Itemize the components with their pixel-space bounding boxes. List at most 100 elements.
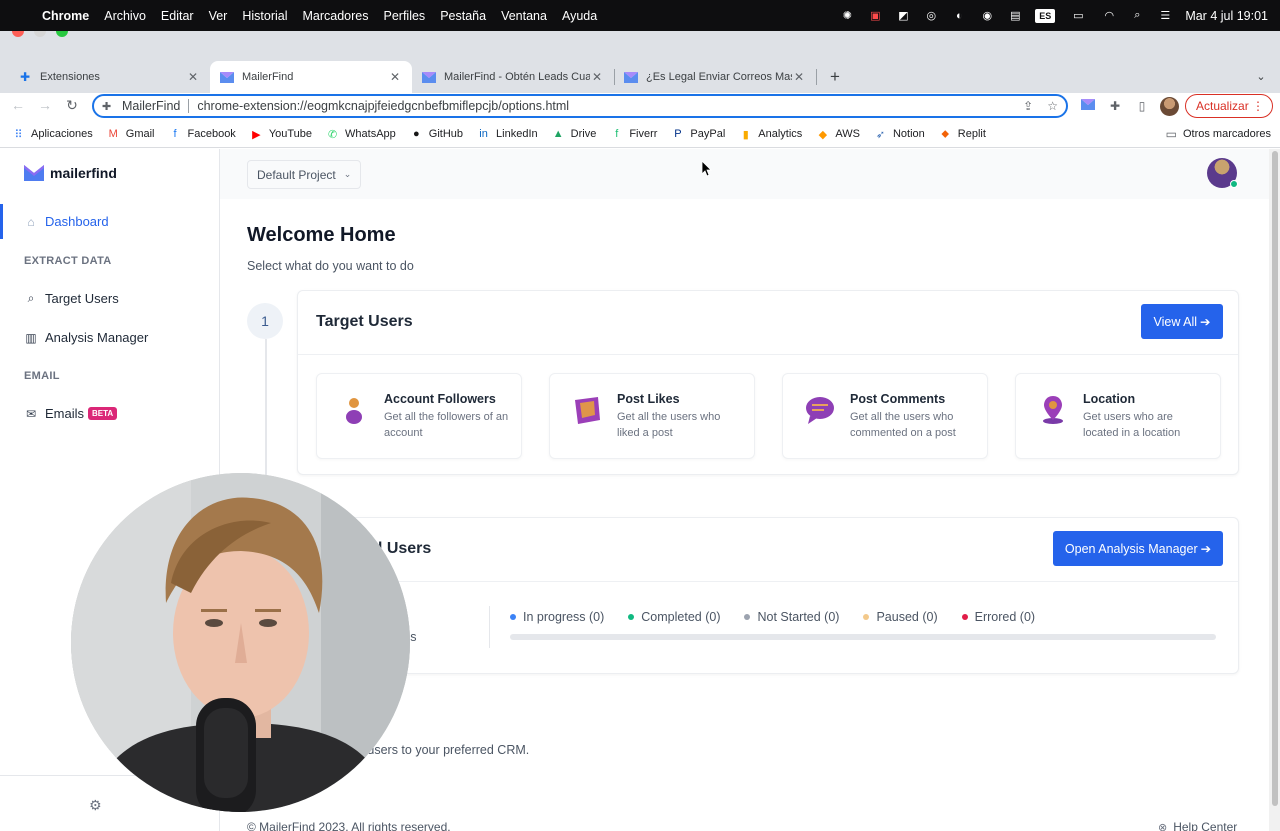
menubar-clock[interactable]: Mar 4 jul 19:01 xyxy=(1185,9,1268,23)
bookmark-label: Facebook xyxy=(187,128,236,140)
minimize-window-button[interactable] xyxy=(34,31,46,37)
bookmark-label: GitHub xyxy=(428,128,464,140)
tab-extensions[interactable]: ✚ Extensiones ✕ xyxy=(0,61,210,93)
more-options-icon[interactable]: ⋮ xyxy=(1252,99,1264,113)
help-center-link[interactable]: ⊗ Help Center xyxy=(1158,820,1237,831)
close-icon[interactable]: ✕ xyxy=(388,70,402,84)
clipboard-icon[interactable]: ▤ xyxy=(1007,9,1023,23)
option-description: Get all the users who liked a post xyxy=(617,411,721,439)
page-scrollbar[interactable] xyxy=(1269,149,1280,831)
menu-marcadores[interactable]: Marcadores xyxy=(303,9,369,23)
bookmark-analytics[interactable]: ▮ Analytics xyxy=(739,128,803,141)
sidebar-item-target-users[interactable]: ⌕ Target Users xyxy=(24,291,119,306)
mailerfind-logo-icon xyxy=(24,165,44,181)
profile-avatar[interactable] xyxy=(1160,97,1179,116)
close-window-button[interactable] xyxy=(12,31,24,37)
bookmark-github[interactable]: ● GitHub xyxy=(410,128,463,141)
window-controls xyxy=(12,31,68,37)
menu-archivo[interactable]: Archivo xyxy=(104,9,146,23)
omnibox-url[interactable]: chrome-extension://eogmkcnajpjfeiedgcnbe… xyxy=(197,99,569,113)
close-icon[interactable]: ✕ xyxy=(792,70,806,84)
brightness-icon[interactable]: ✺ xyxy=(839,9,855,23)
beta-badge: BETA xyxy=(88,407,118,420)
menu-historial[interactable]: Historial xyxy=(242,9,287,23)
close-icon[interactable]: ✕ xyxy=(186,70,200,84)
menu-pestana[interactable]: Pestaña xyxy=(440,9,486,23)
battery-icon[interactable]: ▭ xyxy=(1067,9,1089,23)
bookmark-star-icon[interactable]: ☆ xyxy=(1047,99,1058,113)
extensions-puzzle-icon[interactable]: ✚ xyxy=(1107,98,1123,114)
reload-button[interactable]: ↻ xyxy=(63,96,81,114)
project-select[interactable]: Default Project ⌄ xyxy=(247,160,361,189)
back-button[interactable]: ← xyxy=(9,96,27,114)
bookmark-drive[interactable]: ▲ Drive xyxy=(552,128,597,141)
legend-errored: Errored (0) xyxy=(961,610,1035,624)
mailerfind-extension-icon[interactable] xyxy=(1080,98,1096,114)
menu-ventana[interactable]: Ventana xyxy=(501,9,547,23)
new-tab-button[interactable]: + xyxy=(826,68,844,86)
bookmark-linkedin[interactable]: in LinkedIn xyxy=(477,128,537,141)
tab-search-chevron-icon[interactable]: ⌄ xyxy=(1252,68,1270,86)
close-icon[interactable]: ✕ xyxy=(590,70,604,84)
tab-title: MailerFind - Obtén Leads Cual xyxy=(444,71,590,83)
side-panel-icon[interactable]: ▯ xyxy=(1134,98,1150,114)
sidebar-item-analysis-manager[interactable]: ▥ Analysis Manager xyxy=(24,330,148,345)
tab-mailerfind-leads[interactable]: MailerFind - Obtén Leads Cual ✕ xyxy=(412,61,614,93)
linkedin-icon: in xyxy=(479,128,488,140)
bookmark-whatsapp[interactable]: ✆ WhatsApp xyxy=(326,128,396,141)
vpn-icon[interactable]: ◉ xyxy=(979,9,995,23)
menu-ver[interactable]: Ver xyxy=(209,9,228,23)
menu-perfiles[interactable]: Perfiles xyxy=(384,9,426,23)
messenger-icon[interactable]: ◐ xyxy=(951,9,967,23)
bookmark-replit[interactable]: ⬥ Replit xyxy=(939,128,985,141)
bookmark-aplicaciones[interactable]: ⠿ Aplicaciones xyxy=(12,128,93,141)
help-icon: ⊗ xyxy=(1158,821,1168,831)
tab-mailerfind[interactable]: MailerFind ✕ xyxy=(210,61,412,93)
view-all-button[interactable]: View All ➔ xyxy=(1141,304,1223,339)
zoom-window-button[interactable] xyxy=(56,31,68,37)
legend-label: Paused (0) xyxy=(876,610,938,624)
bookmark-facebook[interactable]: f Facebook xyxy=(169,128,236,141)
bookmark-aws[interactable]: ◆ AWS xyxy=(816,128,860,141)
bookmark-label: AWS xyxy=(835,128,860,140)
wifi-icon[interactable]: ◠ xyxy=(1101,9,1117,23)
share-icon[interactable]: ⇪ xyxy=(1023,99,1033,113)
option-location[interactable]: Location Get users who are located in a … xyxy=(1015,373,1221,459)
sidebar-item-emails[interactable]: ✉ Emails BETA xyxy=(24,406,118,421)
option-post-comments[interactable]: Post Comments Get all the users who comm… xyxy=(782,373,988,459)
option-post-likes[interactable]: Post Likes Get all the users who liked a… xyxy=(549,373,755,459)
bookmark-youtube[interactable]: ▶ YouTube xyxy=(250,128,312,141)
tab-legal-emails[interactable]: ¿Es Legal Enviar Correos Masiv ✕ xyxy=(614,61,816,93)
bookmark-notion[interactable]: ➶ Notion xyxy=(874,128,925,141)
spotlight-search-icon[interactable]: ⌕ xyxy=(1129,9,1145,23)
bookmark-gmail[interactable]: M Gmail xyxy=(107,128,155,141)
bookmark-paypal[interactable]: P PayPal xyxy=(671,128,725,141)
sidebar-item-label: Emails xyxy=(45,406,85,421)
legend-dot xyxy=(510,614,516,620)
help-center-label: Help Center xyxy=(1173,820,1238,831)
settings-gear-icon[interactable]: ⚙ xyxy=(89,797,102,814)
webcam-overlay xyxy=(71,473,410,812)
bookmark-label: Aplicaciones xyxy=(31,128,93,140)
menu-ayuda[interactable]: Ayuda xyxy=(562,9,597,23)
option-account-followers[interactable]: Account Followers Get all the followers … xyxy=(316,373,522,459)
other-bookmarks-folder[interactable]: ▭ Otros marcadores xyxy=(1166,127,1271,141)
open-analysis-manager-button[interactable]: Open Analysis Manager ➔ xyxy=(1053,531,1223,566)
mouse-cursor-icon xyxy=(702,161,712,177)
address-bar[interactable]: ✚ MailerFind chrome-extension://eogmkcna… xyxy=(92,94,1068,118)
notification-badge-icon[interactable]: ▣ xyxy=(867,9,883,23)
control-center-icon[interactable]: ☰ xyxy=(1157,9,1173,23)
app-status-icon[interactable]: ◩ xyxy=(895,9,911,23)
menu-editar[interactable]: Editar xyxy=(161,9,194,23)
mailerfind-logo[interactable]: mailerfind xyxy=(24,165,117,181)
omnibox-actions: ⇪ ☆ xyxy=(1023,99,1058,113)
arrow-right-icon: ➔ xyxy=(1200,315,1211,329)
sidebar-item-dashboard[interactable]: ⌂ Dashboard xyxy=(24,214,108,229)
bookmark-fiverr[interactable]: f Fiverr xyxy=(610,128,657,141)
update-chrome-button[interactable]: Actualizar ⋮ xyxy=(1185,94,1273,118)
focus-icon[interactable]: ◎ xyxy=(923,9,939,23)
forward-button[interactable]: → xyxy=(36,96,54,114)
menu-app-name[interactable]: Chrome xyxy=(42,9,89,23)
input-source-badge[interactable]: ES xyxy=(1035,8,1056,23)
scroll-thumb[interactable] xyxy=(1272,151,1278,806)
